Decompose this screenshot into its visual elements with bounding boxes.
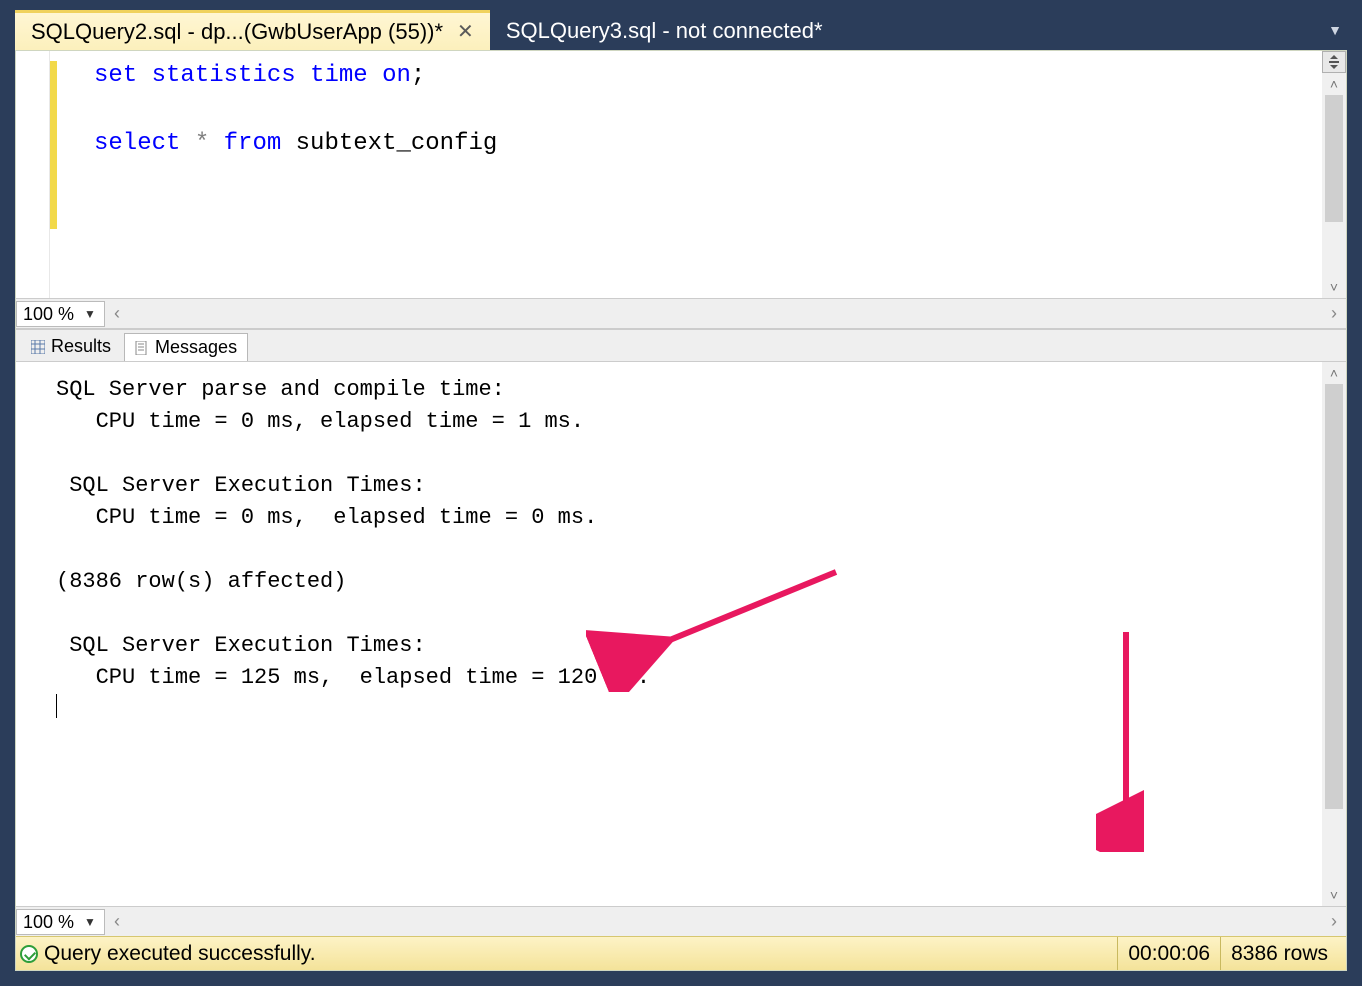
punct-semicolon: ; [411, 62, 425, 89]
messages-pane: SQL Server parse and compile time: CPU t… [16, 361, 1346, 906]
messages-zoombar: 100 % ▼ ‹ › [16, 906, 1346, 936]
msg-line: SQL Server parse and compile time: [56, 377, 518, 402]
status-elapsed: 00:00:06 [1117, 937, 1220, 970]
scroll-right-icon[interactable]: › [1322, 911, 1346, 932]
messages-zoom-dropdown[interactable]: 100 % ▼ [16, 909, 105, 935]
keyword-from: from [224, 130, 282, 157]
msg-line: SQL Server Execution Times: [56, 633, 426, 658]
keyword-set: set [94, 62, 137, 89]
keyword-select: select [94, 130, 180, 157]
msg-line: (8386 row(s) affected) [56, 569, 346, 594]
scroll-down-icon[interactable]: ˅ [1322, 276, 1346, 298]
success-icon [20, 945, 38, 963]
scroll-left-icon[interactable]: ‹ [105, 911, 129, 932]
tab-messages[interactable]: Messages [124, 333, 248, 362]
document-tabstrip: SQLQuery2.sql - dp...(GwbUserApp (55))* … [15, 10, 1347, 50]
change-indicator [50, 61, 57, 229]
close-icon[interactable]: ✕ [457, 19, 474, 44]
scroll-up-icon[interactable]: ˄ [1322, 73, 1346, 95]
status-elapsed-text: 00:00:06 [1128, 942, 1210, 966]
msg-line: CPU time = 125 ms, elapsed time = 120 ms… [56, 665, 650, 690]
identifier-table: subtext_config [296, 130, 498, 157]
scroll-thumb[interactable] [1325, 95, 1343, 222]
tab-label: SQLQuery3.sql - not connected* [506, 18, 823, 44]
editor-body: set statistics time on; select * from su… [16, 51, 1346, 298]
scroll-down-icon[interactable]: ˅ [1322, 884, 1346, 906]
chevron-down-icon: ▼ [84, 909, 96, 935]
results-tabstrip: Results Messages [16, 329, 1346, 361]
chevron-down-icon: ▼ [1328, 22, 1342, 38]
tab-results-label: Results [51, 336, 111, 357]
msg-line: CPU time = 0 ms, elapsed time = 1 ms. [56, 409, 584, 434]
scroll-track[interactable] [1322, 384, 1346, 884]
status-rowcount-text: 8386 rows [1231, 942, 1328, 966]
messages-output[interactable]: SQL Server parse and compile time: CPU t… [16, 362, 1346, 729]
scroll-left-icon[interactable]: ‹ [105, 303, 129, 324]
grid-icon [31, 340, 45, 354]
editor-vscrollbar[interactable]: ˄ ˅ [1322, 73, 1346, 298]
editor-gutter [16, 51, 50, 298]
keyword-time: time [310, 62, 368, 89]
zoom-value-text: 100 % [23, 909, 74, 935]
msg-line: SQL Server Execution Times: [56, 473, 426, 498]
document-container: set statistics time on; select * from su… [15, 50, 1347, 971]
messages-vscrollbar[interactable]: ˄ ˅ [1322, 362, 1346, 906]
sql-code-editor[interactable]: set statistics time on; select * from su… [50, 51, 497, 298]
tab-sqlquery2[interactable]: SQLQuery2.sql - dp...(GwbUserApp (55))* … [15, 10, 490, 50]
keyword-on: on [382, 62, 411, 89]
scroll-right-icon[interactable]: › [1322, 303, 1346, 324]
keyword-statistics: statistics [152, 62, 296, 89]
status-bar: Query executed successfully. 00:00:06 83… [16, 936, 1346, 970]
tab-results[interactable]: Results [20, 332, 122, 361]
op-star: * [195, 130, 209, 157]
msg-line: CPU time = 0 ms, elapsed time = 0 ms. [56, 505, 597, 530]
scroll-thumb[interactable] [1325, 384, 1343, 809]
status-rowcount: 8386 rows [1220, 937, 1338, 970]
tab-messages-label: Messages [155, 337, 237, 358]
active-files-dropdown[interactable]: ▼ [1323, 10, 1347, 50]
tab-label: SQLQuery2.sql - dp...(GwbUserApp (55))* [31, 19, 443, 45]
tabstrip-spacer [839, 10, 1323, 50]
chevron-down-icon: ▼ [84, 301, 96, 327]
status-message: Query executed successfully. [44, 942, 316, 966]
document-icon [135, 341, 149, 355]
split-icon [1327, 55, 1341, 69]
editor-zoombar: 100 % ▼ ‹ › [16, 298, 1346, 328]
scroll-track[interactable] [1322, 95, 1346, 276]
scroll-up-icon[interactable]: ˄ [1322, 362, 1346, 384]
sql-editor-pane: set statistics time on; select * from su… [16, 51, 1346, 329]
zoom-value-text: 100 % [23, 301, 74, 327]
editor-zoom-dropdown[interactable]: 100 % ▼ [16, 301, 105, 327]
split-handle[interactable] [1322, 51, 1346, 73]
text-cursor [56, 694, 57, 718]
tab-sqlquery3[interactable]: SQLQuery3.sql - not connected* [490, 10, 839, 50]
